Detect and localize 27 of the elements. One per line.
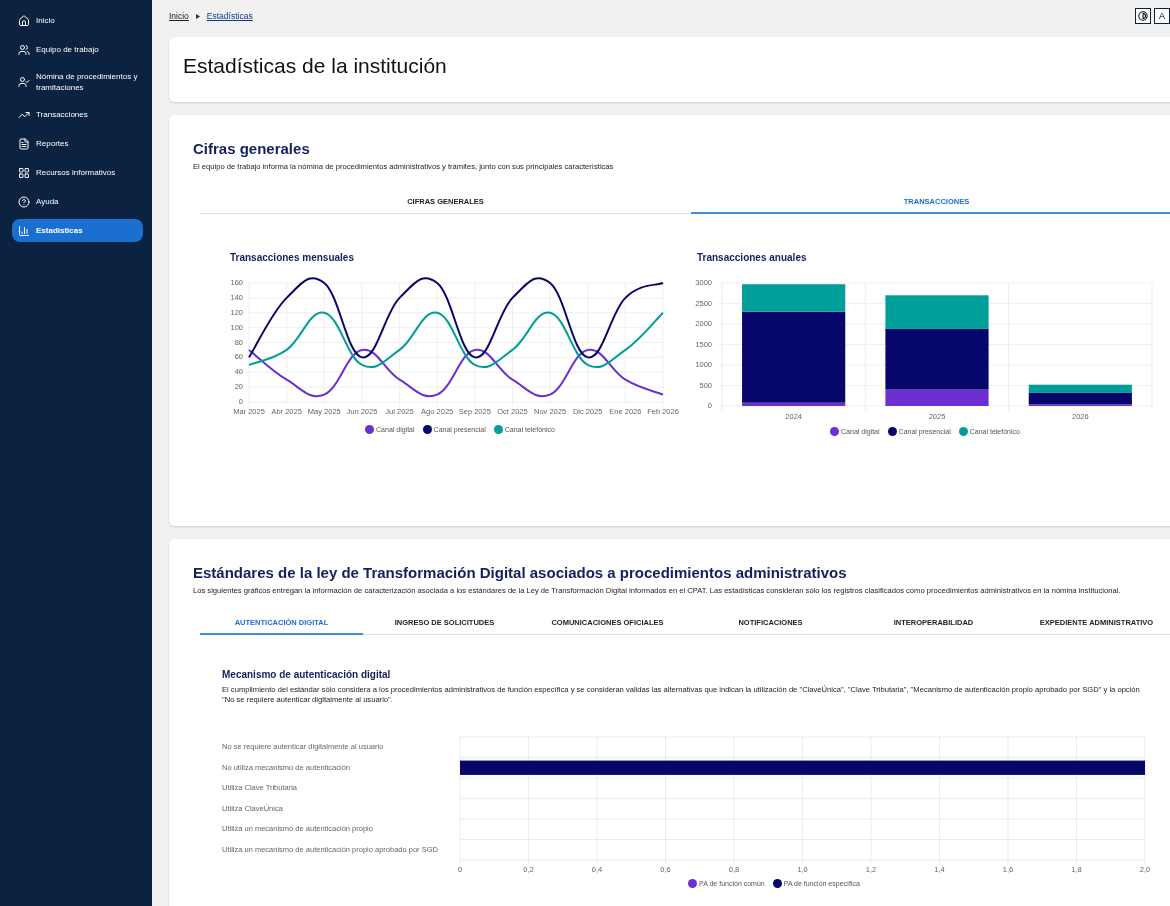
breadcrumb-link[interactable]: Estadísticas <box>206 11 253 21</box>
section-title: Cifras generales <box>193 140 311 157</box>
bar-chart-icon <box>18 224 30 237</box>
chart-title: Transacciones mensuales <box>229 252 355 263</box>
sidebar-item[interactable]: Reportes <box>12 132 143 155</box>
subsection-title: Mecanismo de autenticación digital <box>222 669 392 680</box>
font-size-button[interactable]: A <box>1154 8 1170 24</box>
user-check-icon <box>18 76 30 88</box>
chevron-icon <box>195 13 200 19</box>
sidebar-item[interactable]: Transacciones <box>12 103 143 126</box>
grid-icon <box>18 166 30 179</box>
people-icon <box>18 43 30 56</box>
breadcrumb-link[interactable]: Inicio <box>169 11 189 21</box>
sidebar-item[interactable]: Inicio <box>12 9 143 32</box>
section-title: Estándares de la ley de Transformación Digital asociados a procedimientos administrativos <box>193 564 848 581</box>
chart-title: Transacciones anuales <box>696 252 808 263</box>
page-title: Estadísticas de la institución <box>183 54 448 78</box>
help-icon <box>18 195 30 208</box>
sidebar-item[interactable]: Nómina de procedimientos y tramitaciones <box>12 67 143 97</box>
sidebar-item[interactable]: Equipo de trabajo <box>12 38 143 61</box>
sidebar-item[interactable]: Estadísticas <box>12 219 143 242</box>
sidebar-item[interactable]: Ayuda <box>12 190 143 213</box>
sidebar-item[interactable]: Recursos informativos <box>12 161 143 184</box>
contrast-button[interactable] <box>1135 8 1151 24</box>
home-icon <box>18 14 30 27</box>
contrast-icon <box>1138 11 1148 21</box>
document-icon <box>18 137 30 150</box>
